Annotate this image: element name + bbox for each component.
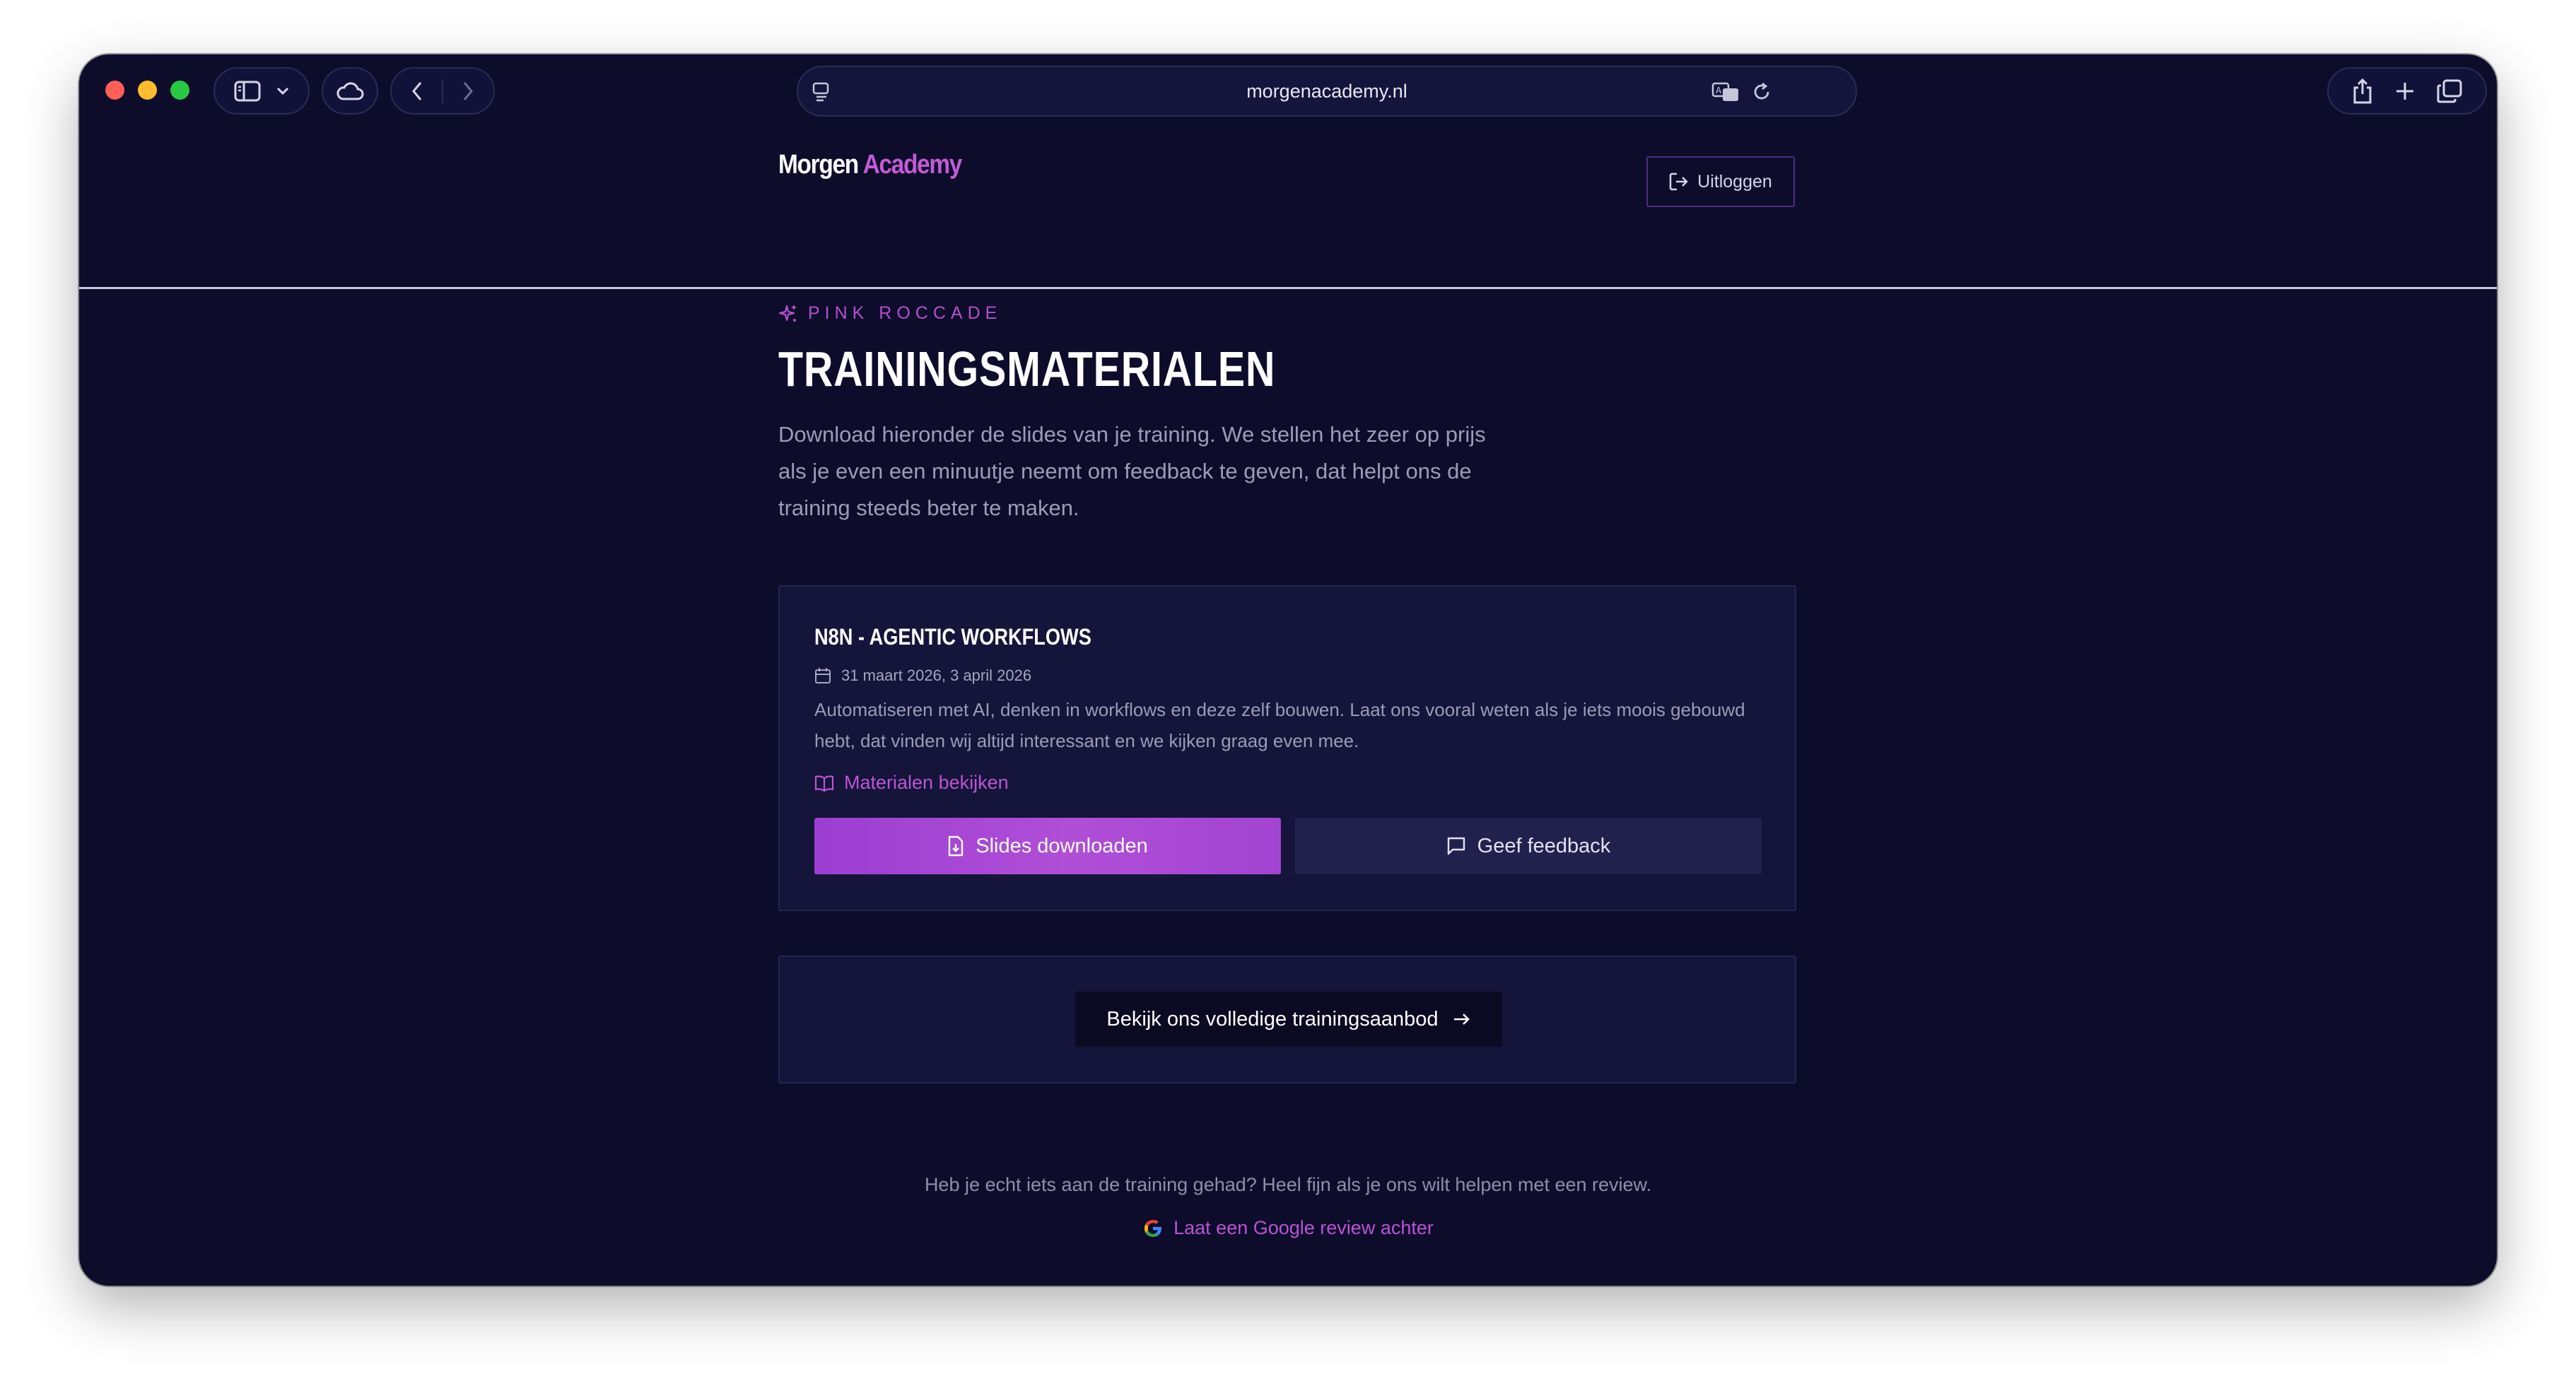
chevron-left-icon [411,81,421,100]
chevron-down-icon [276,87,289,95]
svg-text:A: A [1716,86,1722,95]
new-tab-icon[interactable] [2394,81,2416,102]
download-slides-label: Slides downloaden [976,834,1148,857]
share-icon[interactable] [2352,78,2373,105]
training-dates: 31 maart 2026, 3 april 2026 [814,667,1031,685]
close-window-button[interactable] [105,81,124,100]
browser-window: morgenacademy.nl A Morgen Academy Uitlog… [79,54,2497,1286]
sidebar-icon [234,81,261,101]
book-open-icon [814,775,834,792]
forward-button[interactable] [443,81,493,101]
arrow-right-icon [1453,1014,1470,1025]
tab-overview-icon[interactable] [2437,79,2462,103]
training-title: N8N - AGENTIC WORKFLOWS [814,624,1091,650]
logout-icon [1669,172,1688,191]
training-offer-section: Bekijk ons volledige trainingsaanbod [778,956,1796,1084]
window-actions [2327,67,2487,115]
message-square-icon [1447,837,1465,855]
page-title: TRAININGSMATERIALEN [778,341,1276,397]
logout-label: Uitloggen [1697,171,1772,192]
translate-icon[interactable]: A [1711,81,1740,102]
file-download-icon [949,835,964,857]
training-card: N8N - AGENTIC WORKFLOWS 31 maart 2026, 3… [778,585,1796,911]
browser-toolbar: morgenacademy.nl A [79,54,2497,125]
address-bar[interactable]: morgenacademy.nl A [797,66,1857,117]
client-eyebrow: PINK ROCCADE [778,303,1002,324]
site-header [79,125,2497,289]
back-button[interactable] [392,81,442,101]
training-description: Automatiseren met AI, denken in workflow… [814,699,1745,751]
zoom-window-button[interactable] [170,81,189,100]
google-review-link[interactable]: Laat een Google review achter [79,1217,2497,1239]
download-slides-button[interactable]: Slides downloaden [814,818,1281,874]
sparkles-icon [778,305,796,322]
google-icon [1144,1219,1162,1237]
view-all-trainings-button[interactable]: Bekijk ons volledige trainingsaanbod [1075,992,1502,1047]
icloud-tabs-button[interactable] [322,67,378,115]
give-feedback-button[interactable]: Geef feedback [1295,818,1762,874]
sidebar-toggle-button[interactable] [213,67,310,115]
view-materials-link[interactable]: Materialen bekijken [814,772,1009,794]
logo-text-academy: Academy [862,150,963,180]
view-all-trainings-label: Bekijk ons volledige trainingsaanbod [1106,1007,1439,1031]
site-logo[interactable]: Morgen Academy [778,150,963,180]
google-review-label: Laat een Google review achter [1173,1217,1434,1238]
logo-text-morgen: Morgen [778,150,859,180]
minimize-window-button[interactable] [138,81,157,100]
reload-icon[interactable] [1751,81,1772,102]
calendar-icon [815,668,831,683]
view-materials-label: Materialen bekijken [844,772,1009,793]
chevron-right-icon [464,81,474,100]
give-feedback-label: Geef feedback [1477,834,1611,857]
intro-text: Download hieronder de slides van je trai… [778,422,1486,520]
history-navigation [390,67,495,115]
client-name: PINK ROCCADE [808,303,1002,323]
cloud-icon [336,81,364,100]
training-dates-text: 31 maart 2026, 3 april 2026 [841,667,1032,684]
review-prompt: Heb je echt iets aan de training gehad? … [924,1174,1652,1195]
logout-button[interactable]: Uitloggen [1646,156,1795,207]
url-text: morgenacademy.nl [1246,81,1407,102]
